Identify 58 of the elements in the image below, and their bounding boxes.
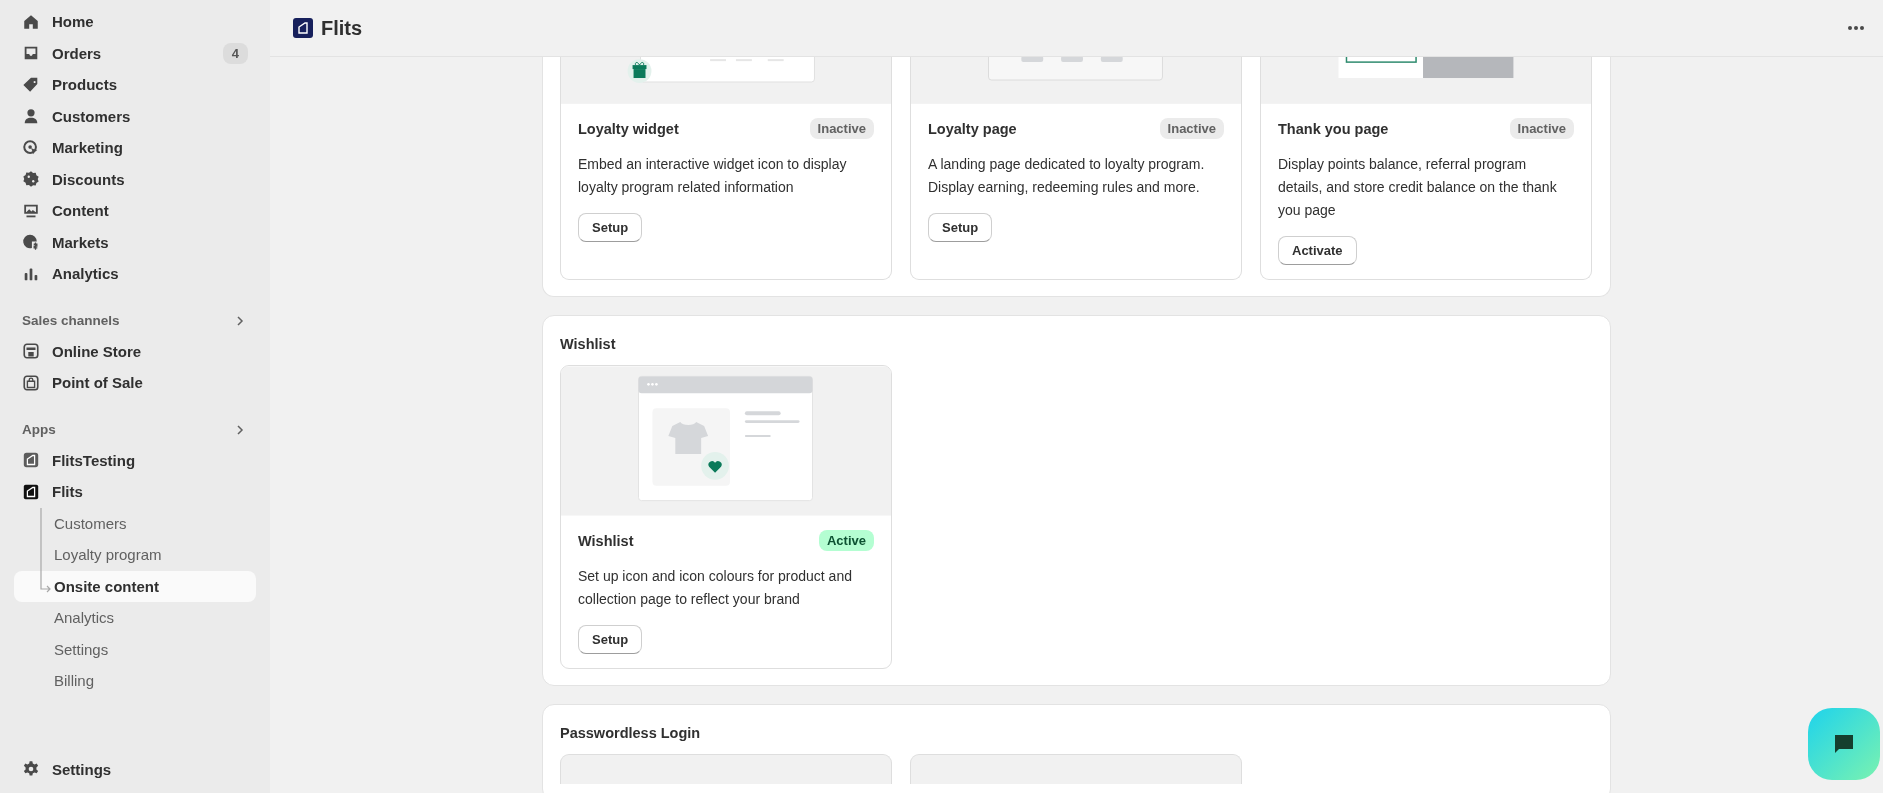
sub-nav-item[interactable]: Billing	[14, 665, 256, 697]
discount-icon	[22, 170, 40, 189]
card-button[interactable]: Activate	[1278, 236, 1357, 265]
person-icon	[22, 107, 40, 126]
nav-item[interactable]: Home	[14, 6, 256, 38]
nav-item[interactable]: Discounts	[14, 163, 256, 195]
tag-icon	[22, 75, 40, 94]
card-title: Loyalty widget	[578, 120, 679, 137]
nav-item[interactable]: Products	[14, 69, 256, 101]
store-icon	[22, 342, 40, 361]
card-button[interactable]: Setup	[578, 625, 643, 654]
status-badge: Inactive	[809, 118, 874, 139]
nav-item[interactable]: Marketing	[14, 132, 256, 164]
app-logo-icon	[293, 18, 313, 38]
status-badge: Inactive	[1509, 118, 1574, 139]
card-button[interactable]: Setup	[578, 213, 643, 242]
card-description: Set up icon and icon colours for product and collection page to reflect your brand	[578, 567, 853, 609]
app-icon	[22, 482, 40, 501]
card-title: Loyalty page	[928, 120, 1017, 137]
section-title: Wishlist	[560, 336, 617, 352]
card-description: A landing page dedicated to loyalty program. Display earning, redeeming rules and more.	[928, 155, 1206, 197]
card-title: Wishlist	[578, 532, 634, 549]
nav-item[interactable]: Flits	[14, 476, 256, 508]
sub-nav-item[interactable]: Analytics	[14, 602, 256, 634]
card-button[interactable]: Setup	[928, 213, 993, 242]
nav-item[interactable]: Orders 4	[14, 37, 256, 69]
card-title: Thank you page	[1278, 120, 1389, 137]
globe-icon	[22, 233, 40, 252]
sub-nav-item[interactable]: Settings	[14, 633, 256, 665]
settings-icon	[22, 760, 40, 779]
nav-item[interactable]: Point of Sale	[14, 367, 256, 399]
nav-item[interactable]: Markets	[14, 226, 256, 258]
nav-item[interactable]: Analytics	[14, 258, 256, 290]
chat-icon	[1832, 732, 1856, 756]
status-badge: Active	[818, 530, 874, 551]
nav-item[interactable]: Content	[14, 195, 256, 227]
chevron-right-icon[interactable]	[234, 314, 246, 327]
sub-nav-item[interactable]: Onsite content	[14, 570, 256, 602]
chevron-right-icon[interactable]	[234, 423, 246, 436]
settings-nav-item[interactable]: Settings	[14, 753, 256, 785]
status-badge: Inactive	[1159, 118, 1224, 139]
chat-button[interactable]	[1808, 708, 1880, 780]
sub-nav-item[interactable]: Customers	[14, 507, 256, 539]
section-title: Passwordless Login	[560, 725, 702, 741]
nav-item[interactable]: Online Store	[14, 335, 256, 367]
app-title: Flits	[321, 16, 364, 40]
nav-item[interactable]: Customers	[14, 100, 256, 132]
shopping-bag-icon	[22, 373, 40, 392]
app-icon	[22, 451, 40, 470]
sub-nav-item[interactable]: Loyalty program	[14, 539, 256, 571]
target-icon	[22, 138, 40, 157]
section-heading: Apps	[22, 422, 56, 437]
section-heading: Sales channels	[22, 313, 120, 328]
more-icon[interactable]	[1847, 25, 1865, 31]
card-description: Embed an interactive widget icon to display loyalty program related information	[578, 155, 848, 197]
nav-item[interactable]: FlitsTesting	[14, 444, 256, 476]
card-description: Display points balance, referral program details, and store credit balance on the thank you page	[1278, 155, 1558, 220]
count-badge: 4	[222, 42, 248, 64]
